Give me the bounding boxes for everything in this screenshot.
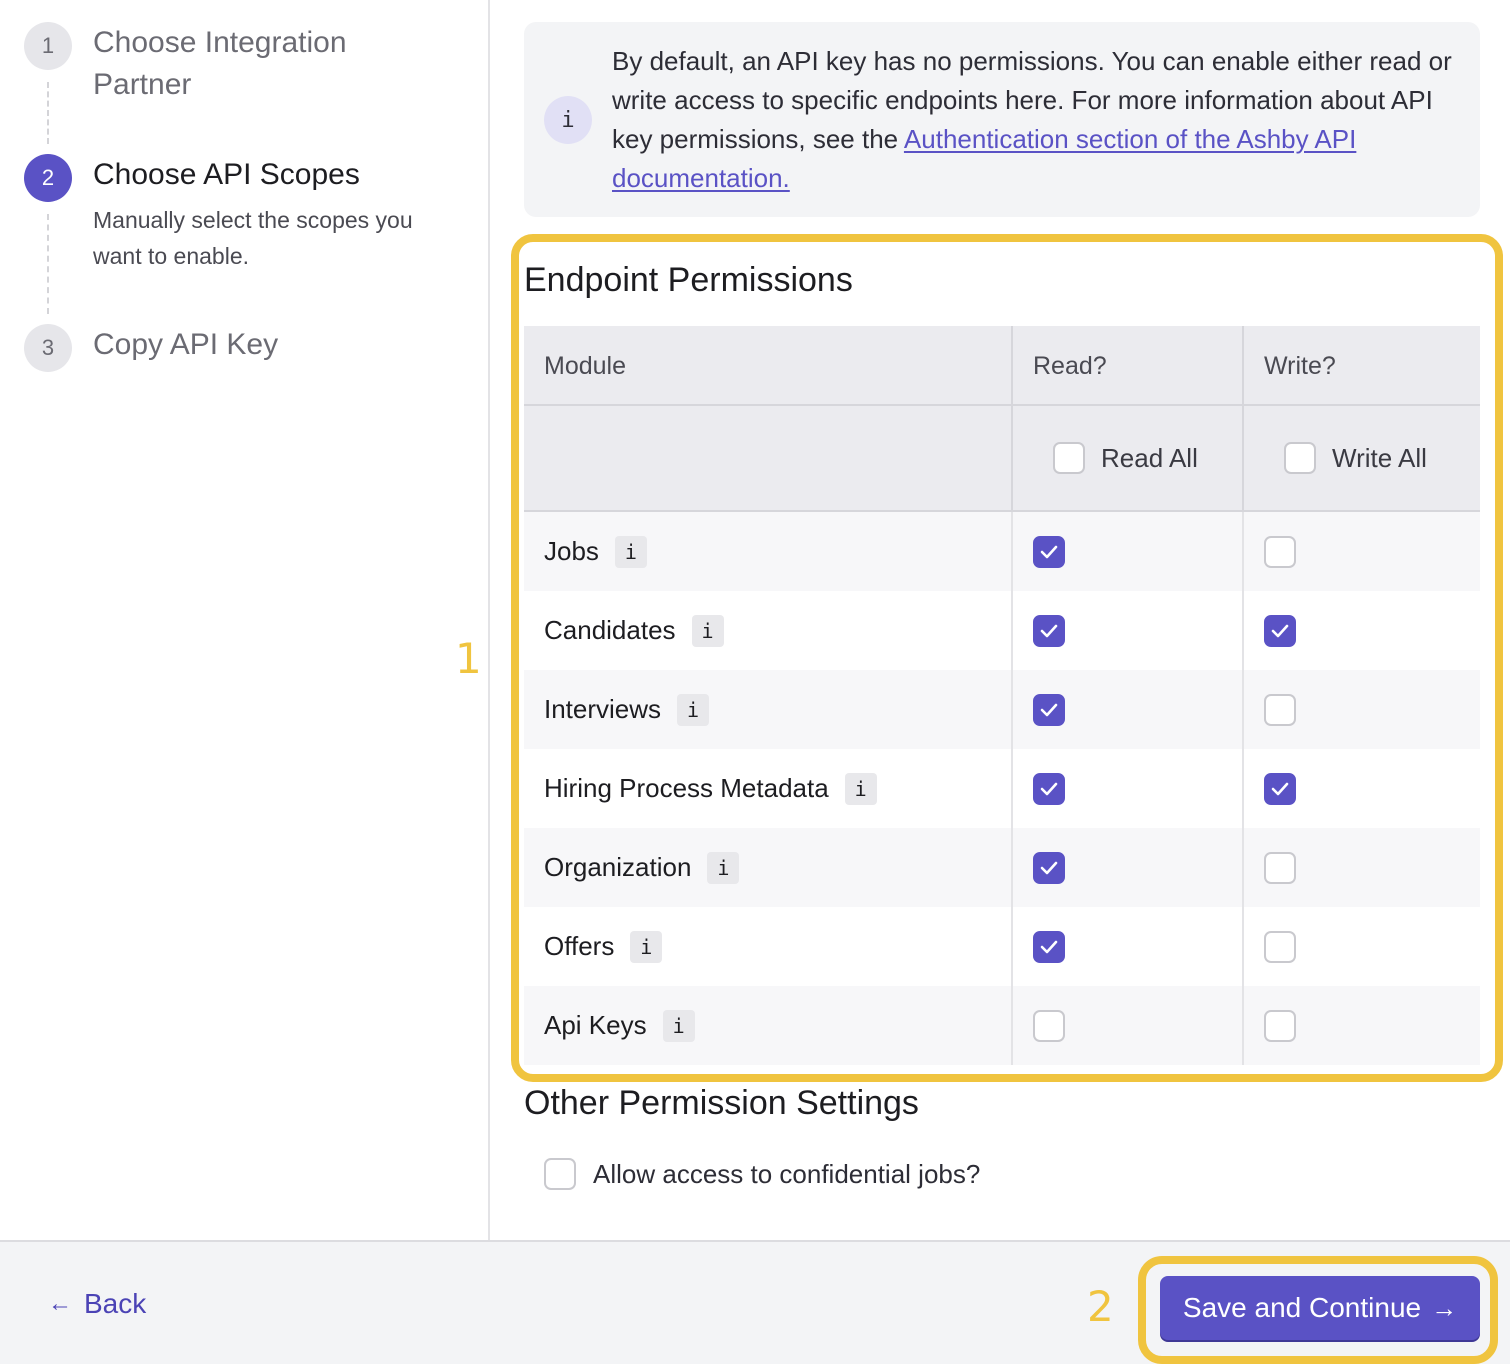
write-checkbox-interviews[interactable] [1264, 693, 1296, 726]
module-cell: Offers i [524, 907, 1013, 986]
step-choose-integration-partner[interactable]: 1 Choose Integration Partner [24, 22, 453, 106]
back-button[interactable]: ← Back [48, 1288, 146, 1320]
module-cell: Hiring Process Metadata i [524, 749, 1013, 828]
confidential-jobs-checkbox[interactable] [544, 1158, 576, 1190]
table-row: Offers i [524, 907, 1480, 986]
endpoint-permissions-table: Module Read? Write? Read All Write All J… [524, 326, 1480, 1065]
read-cell [1013, 986, 1244, 1065]
column-header-write: Write? [1264, 351, 1336, 380]
annotation-number-1: 1 [455, 634, 482, 683]
table-row: Jobs i [524, 512, 1480, 591]
module-name: Offers [544, 931, 615, 961]
table-header-row: Module Read? Write? [524, 326, 1480, 406]
arrow-right-icon: → [1431, 1292, 1458, 1323]
module-info-icon[interactable]: i [677, 693, 710, 726]
step-choose-api-scopes[interactable]: 2 Choose API Scopes Manually select the … [24, 154, 453, 274]
write-cell [1244, 828, 1480, 907]
step-title: Choose API Scopes [93, 158, 360, 191]
confidential-jobs-setting: Allow access to confidential jobs? [544, 1158, 980, 1190]
write-cell [1244, 907, 1480, 986]
read-cell [1013, 512, 1244, 591]
module-cell: Organization i [524, 828, 1013, 907]
read-checkbox-hiring-process-metadata[interactable] [1033, 772, 1065, 805]
read-cell [1013, 749, 1244, 828]
read-checkbox-organization[interactable] [1033, 851, 1065, 884]
module-info-icon[interactable]: i [707, 851, 740, 884]
read-checkbox-candidates[interactable] [1033, 614, 1065, 647]
other-permission-settings-title: Other Permission Settings [524, 1084, 919, 1122]
column-header-module: Module [524, 326, 1013, 406]
module-info-icon[interactable]: i [614, 535, 647, 568]
module-info-icon[interactable]: i [662, 1009, 695, 1042]
footer-bar: ← Back 2 Save and Continue → [0, 1240, 1510, 1364]
stepper: 1 Choose Integration Partner 2 Choose AP… [0, 0, 490, 1240]
step-number-badge: 2 [24, 154, 72, 202]
module-name: Organization [544, 852, 692, 882]
read-all-label[interactable]: Read All [1101, 443, 1198, 474]
module-cell: Candidates i [524, 591, 1013, 670]
read-all-checkbox[interactable] [1053, 442, 1085, 474]
module-cell: Jobs i [524, 512, 1013, 591]
back-label: Back [84, 1288, 147, 1319]
module-info-icon[interactable]: i [844, 772, 877, 805]
step-number-badge: 3 [24, 324, 72, 372]
read-cell [1013, 670, 1244, 749]
annotation-number-2: 2 [1087, 1282, 1114, 1331]
read-checkbox-offers[interactable] [1033, 930, 1065, 963]
module-info-icon[interactable]: i [630, 930, 663, 963]
read-cell [1013, 828, 1244, 907]
write-cell [1244, 512, 1480, 591]
step-number-badge: 1 [24, 22, 72, 70]
select-all-empty-cell [524, 406, 1013, 510]
endpoint-permissions-title: Endpoint Permissions [524, 261, 853, 299]
column-header-read: Read? [1013, 326, 1244, 406]
write-checkbox-jobs[interactable] [1264, 535, 1296, 568]
save-and-continue-button[interactable]: Save and Continue → [1160, 1276, 1480, 1340]
read-cell [1013, 907, 1244, 986]
save-label: Save and Continue [1182, 1292, 1422, 1323]
write-cell [1244, 591, 1480, 670]
write-all-label[interactable]: Write All [1332, 443, 1427, 474]
write-checkbox-offers[interactable] [1264, 930, 1296, 963]
write-all-cell: Write All [1244, 406, 1480, 510]
table-row: Candidates i [524, 591, 1480, 670]
read-checkbox-interviews[interactable] [1033, 693, 1065, 726]
module-name: Hiring Process Metadata [544, 773, 829, 803]
read-checkbox-api-keys[interactable] [1033, 1009, 1065, 1042]
table-row: Interviews i [524, 670, 1480, 749]
read-cell [1013, 591, 1244, 670]
write-cell [1244, 749, 1480, 828]
confidential-jobs-label[interactable]: Allow access to confidential jobs? [593, 1159, 980, 1190]
read-all-cell: Read All [1013, 406, 1244, 510]
module-name: Candidates [544, 615, 676, 645]
step-title: Copy API Key [93, 328, 279, 361]
step-title: Choose Integration Partner [93, 26, 347, 101]
write-cell [1244, 986, 1480, 1065]
step-description: Manually select the scopes you want to e… [93, 207, 413, 269]
select-all-row: Read All Write All [524, 406, 1480, 512]
module-name: Interviews [544, 694, 662, 724]
table-row: Hiring Process Metadata i [524, 749, 1480, 828]
info-callout: i By default, an API key has no permissi… [524, 22, 1480, 217]
table-body: Jobs i Candidates i Interviews i Hiring Proces… [524, 512, 1480, 1065]
write-checkbox-organization[interactable] [1264, 851, 1296, 884]
read-checkbox-jobs[interactable] [1033, 535, 1065, 568]
module-info-icon[interactable]: i [691, 614, 724, 647]
arrow-left-icon: ← [48, 1290, 72, 1317]
module-name: Jobs [544, 536, 599, 566]
write-checkbox-hiring-process-metadata[interactable] [1264, 772, 1296, 805]
module-cell: Interviews i [524, 670, 1013, 749]
write-cell [1244, 670, 1480, 749]
module-cell: Api Keys i [524, 986, 1013, 1065]
write-checkbox-api-keys[interactable] [1264, 1009, 1296, 1042]
step-copy-api-key[interactable]: 3 Copy API Key [24, 324, 453, 372]
info-callout-text: By default, an API key has no permission… [612, 42, 1462, 198]
module-name: Api Keys [544, 1010, 647, 1040]
info-icon: i [544, 96, 592, 144]
table-row: Organization i [524, 828, 1480, 907]
write-checkbox-candidates[interactable] [1264, 614, 1296, 647]
table-row: Api Keys i [524, 986, 1480, 1065]
write-all-checkbox[interactable] [1284, 442, 1316, 474]
